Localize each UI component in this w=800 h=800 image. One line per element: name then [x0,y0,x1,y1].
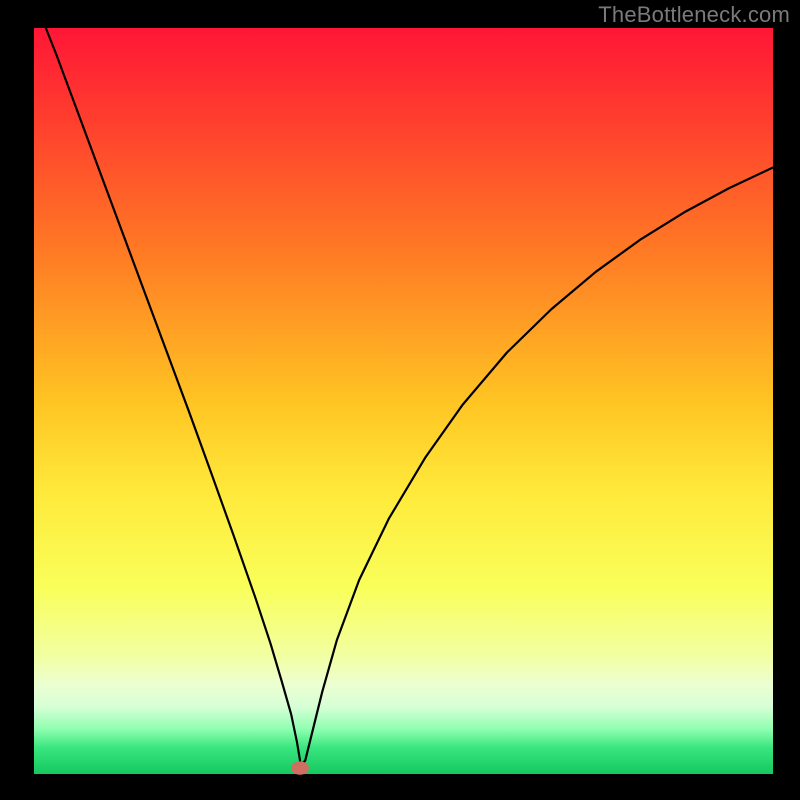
bottleneck-chart [0,0,800,800]
chart-frame: { "watermark": "TheBottleneck.com", "cha… [0,0,800,800]
minimum-marker [291,761,309,774]
plot-background [34,28,773,774]
